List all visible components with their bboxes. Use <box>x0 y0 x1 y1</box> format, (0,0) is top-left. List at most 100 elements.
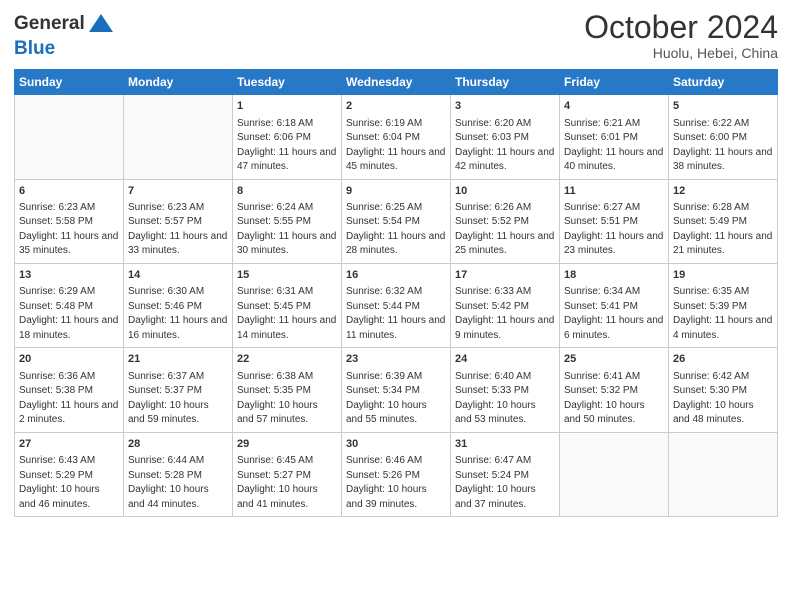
day-number: 17 <box>455 268 555 283</box>
day-number: 19 <box>673 268 773 283</box>
day-number: 7 <box>128 184 228 199</box>
day-info: Sunrise: 6:19 AM Sunset: 6:04 PM Dayligh… <box>346 117 446 175</box>
day-info: Sunrise: 6:21 AM Sunset: 6:01 PM Dayligh… <box>564 117 664 175</box>
calendar-cell: 26Sunrise: 6:42 AM Sunset: 5:30 PM Dayli… <box>669 348 778 432</box>
day-info: Sunrise: 6:32 AM Sunset: 5:44 PM Dayligh… <box>346 285 446 343</box>
calendar-cell: 28 Sunrise: 6:44 AM Sunset: 5:28 PM Dayli… <box>124 432 233 516</box>
calendar-cell: 11Sunrise: 6:27 AM Sunset: 5:51 PM Dayli… <box>560 179 669 263</box>
day-info: Sunrise: 6:42 AM Sunset: 5:30 PM Dayligh… <box>673 370 773 428</box>
day-info: Sunrise: 6:37 AM Sunset: 5:37 PM Dayligh… <box>128 370 228 428</box>
calendar-cell: 2 Sunrise: 6:19 AM Sunset: 6:04 PM Daylig… <box>342 95 451 179</box>
page-container: General Blue October 2024 Huolu, Hebei, … <box>0 0 792 527</box>
day-info: Sunrise: 6:34 AM Sunset: 5:41 PM Dayligh… <box>564 285 664 343</box>
day-info: Sunrise: 6:36 AM Sunset: 5:38 PM Dayligh… <box>19 370 119 428</box>
calendar-table: Sunday Monday Tuesday Wednesday Thursday… <box>14 69 778 517</box>
day-number: 21 <box>128 352 228 367</box>
day-number: 1 <box>237 99 337 114</box>
calendar-cell: 8Sunrise: 6:24 AM Sunset: 5:55 PM Daylig… <box>233 179 342 263</box>
day-number: 5 <box>673 99 773 114</box>
day-number: 6 <box>19 184 119 199</box>
calendar-cell <box>124 95 233 179</box>
day-info: Sunrise: 6:26 AM Sunset: 5:52 PM Dayligh… <box>455 201 555 259</box>
day-number: 15 <box>237 268 337 283</box>
calendar-week-1: 1 Sunrise: 6:18 AM Sunset: 6:06 PM Daylig… <box>15 95 778 179</box>
day-number: 25 <box>564 352 664 367</box>
calendar-cell: 1 Sunrise: 6:18 AM Sunset: 6:06 PM Daylig… <box>233 95 342 179</box>
day-info: Sunrise: 6:30 AM Sunset: 5:46 PM Dayligh… <box>128 285 228 343</box>
calendar-cell: 6Sunrise: 6:23 AM Sunset: 5:58 PM Daylig… <box>15 179 124 263</box>
day-info: Sunrise: 6:39 AM Sunset: 5:34 PM Dayligh… <box>346 370 446 428</box>
calendar-cell: 3 Sunrise: 6:20 AM Sunset: 6:03 PM Daylig… <box>451 95 560 179</box>
day-info: Sunrise: 6:35 AM Sunset: 5:39 PM Dayligh… <box>673 285 773 343</box>
calendar-cell <box>15 95 124 179</box>
day-number: 18 <box>564 268 664 283</box>
calendar-cell: 30Sunrise: 6:46 AM Sunset: 5:26 PM Dayli… <box>342 432 451 516</box>
day-info: Sunrise: 6:18 AM Sunset: 6:06 PM Dayligh… <box>237 117 337 175</box>
month-title: October 2024 <box>584 10 778 45</box>
location: Huolu, Hebei, China <box>584 45 778 61</box>
day-number: 9 <box>346 184 446 199</box>
calendar-cell: 21 Sunrise: 6:37 AM Sunset: 5:37 PM Dayli… <box>124 348 233 432</box>
logo: General Blue <box>14 10 115 60</box>
day-number: 29 <box>237 437 337 452</box>
day-number: 10 <box>455 184 555 199</box>
day-number: 11 <box>564 184 664 199</box>
col-tuesday: Tuesday <box>233 70 342 95</box>
calendar-cell: 29 Sunrise: 6:45 AM Sunset: 5:27 PM Dayli… <box>233 432 342 516</box>
day-number: 16 <box>346 268 446 283</box>
calendar-week-5: 27 Sunrise: 6:43 AM Sunset: 5:29 PM Dayli… <box>15 432 778 516</box>
calendar-cell: 13 Sunrise: 6:29 AM Sunset: 5:48 PM Dayli… <box>15 263 124 347</box>
day-number: 24 <box>455 352 555 367</box>
day-number: 8 <box>237 184 337 199</box>
calendar-cell: 25 Sunrise: 6:41 AM Sunset: 5:32 PM Dayli… <box>560 348 669 432</box>
calendar-cell: 5 Sunrise: 6:22 AM Sunset: 6:00 PM Daylig… <box>669 95 778 179</box>
calendar-cell: 16 Sunrise: 6:32 AM Sunset: 5:44 PM Dayli… <box>342 263 451 347</box>
calendar-cell: 14 Sunrise: 6:30 AM Sunset: 5:46 PM Dayli… <box>124 263 233 347</box>
calendar-cell: 12Sunrise: 6:28 AM Sunset: 5:49 PM Dayli… <box>669 179 778 263</box>
logo-blue-text: Blue <box>14 38 55 60</box>
day-info: Sunrise: 6:20 AM Sunset: 6:03 PM Dayligh… <box>455 117 555 175</box>
col-thursday: Thursday <box>451 70 560 95</box>
col-sunday: Sunday <box>15 70 124 95</box>
calendar-week-2: 6Sunrise: 6:23 AM Sunset: 5:58 PM Daylig… <box>15 179 778 263</box>
calendar-cell: 22 Sunrise: 6:38 AM Sunset: 5:35 PM Dayli… <box>233 348 342 432</box>
day-info: Sunrise: 6:31 AM Sunset: 5:45 PM Dayligh… <box>237 285 337 343</box>
day-number: 3 <box>455 99 555 114</box>
day-number: 27 <box>19 437 119 452</box>
day-info: Sunrise: 6:45 AM Sunset: 5:27 PM Dayligh… <box>237 454 337 512</box>
calendar-week-3: 13 Sunrise: 6:29 AM Sunset: 5:48 PM Dayli… <box>15 263 778 347</box>
day-info: Sunrise: 6:38 AM Sunset: 5:35 PM Dayligh… <box>237 370 337 428</box>
calendar-week-4: 20Sunrise: 6:36 AM Sunset: 5:38 PM Dayli… <box>15 348 778 432</box>
col-monday: Monday <box>124 70 233 95</box>
calendar-cell: 27 Sunrise: 6:43 AM Sunset: 5:29 PM Dayli… <box>15 432 124 516</box>
day-info: Sunrise: 6:25 AM Sunset: 5:54 PM Dayligh… <box>346 201 446 259</box>
day-number: 13 <box>19 268 119 283</box>
logo-general-text: General <box>14 13 85 35</box>
logo-icon <box>87 10 115 38</box>
day-info: Sunrise: 6:40 AM Sunset: 5:33 PM Dayligh… <box>455 370 555 428</box>
day-number: 31 <box>455 437 555 452</box>
calendar-cell: 20Sunrise: 6:36 AM Sunset: 5:38 PM Dayli… <box>15 348 124 432</box>
calendar-cell <box>669 432 778 516</box>
day-info: Sunrise: 6:33 AM Sunset: 5:42 PM Dayligh… <box>455 285 555 343</box>
day-info: Sunrise: 6:41 AM Sunset: 5:32 PM Dayligh… <box>564 370 664 428</box>
day-info: Sunrise: 6:43 AM Sunset: 5:29 PM Dayligh… <box>19 454 119 512</box>
calendar-cell: 18 Sunrise: 6:34 AM Sunset: 5:41 PM Dayli… <box>560 263 669 347</box>
calendar-cell: 17 Sunrise: 6:33 AM Sunset: 5:42 PM Dayli… <box>451 263 560 347</box>
day-number: 2 <box>346 99 446 114</box>
calendar-cell: 19 Sunrise: 6:35 AM Sunset: 5:39 PM Dayli… <box>669 263 778 347</box>
header-row: Sunday Monday Tuesday Wednesday Thursday… <box>15 70 778 95</box>
calendar-cell: 9 Sunrise: 6:25 AM Sunset: 5:54 PM Daylig… <box>342 179 451 263</box>
day-number: 28 <box>128 437 228 452</box>
calendar-cell <box>560 432 669 516</box>
day-info: Sunrise: 6:46 AM Sunset: 5:26 PM Dayligh… <box>346 454 446 512</box>
calendar-cell: 10 Sunrise: 6:26 AM Sunset: 5:52 PM Dayli… <box>451 179 560 263</box>
day-number: 22 <box>237 352 337 367</box>
day-number: 4 <box>564 99 664 114</box>
day-info: Sunrise: 6:44 AM Sunset: 5:28 PM Dayligh… <box>128 454 228 512</box>
calendar-cell: 31Sunrise: 6:47 AM Sunset: 5:24 PM Dayli… <box>451 432 560 516</box>
day-info: Sunrise: 6:28 AM Sunset: 5:49 PM Dayligh… <box>673 201 773 259</box>
day-info: Sunrise: 6:29 AM Sunset: 5:48 PM Dayligh… <box>19 285 119 343</box>
day-info: Sunrise: 6:22 AM Sunset: 6:00 PM Dayligh… <box>673 117 773 175</box>
day-number: 14 <box>128 268 228 283</box>
